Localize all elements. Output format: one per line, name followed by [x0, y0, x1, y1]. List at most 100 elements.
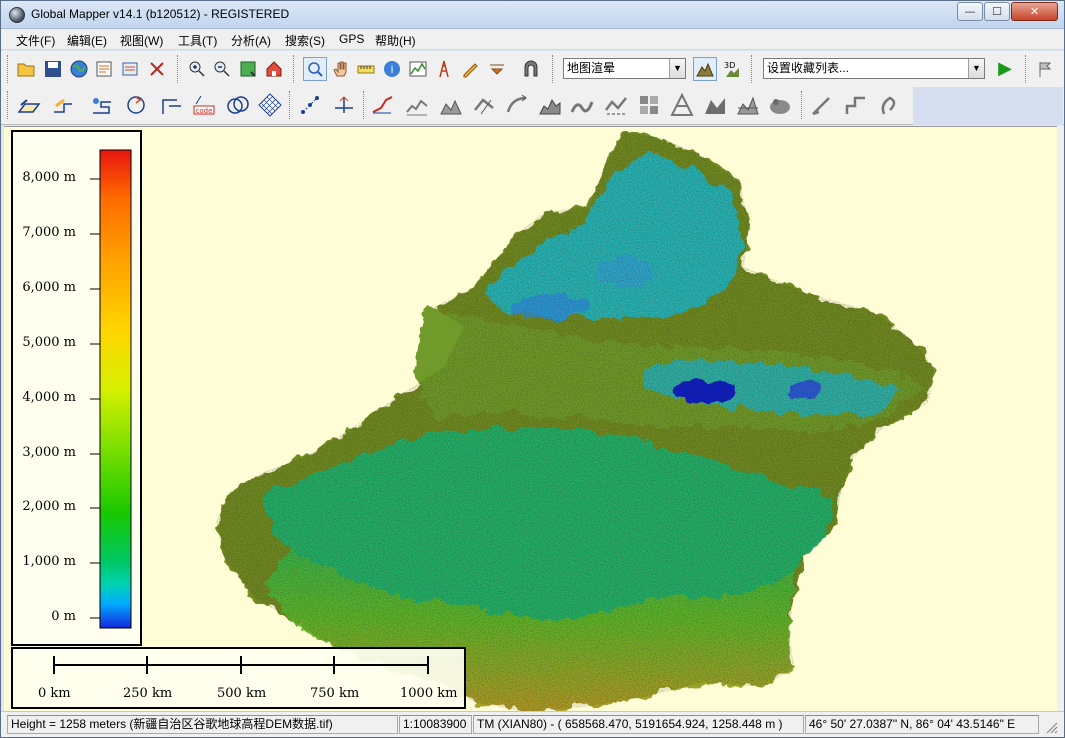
chevron-down-icon[interactable]: ▼	[669, 59, 685, 78]
svg-text:i: i	[390, 63, 393, 76]
menu-view[interactable]: 视图(W)	[120, 32, 163, 49]
menu-analysis[interactable]: 分析(A)	[231, 32, 271, 49]
terrain-shade-icon[interactable]	[700, 90, 730, 120]
path-profile-icon[interactable]	[406, 57, 430, 81]
split-line-icon[interactable]	[157, 90, 187, 120]
tools-icon[interactable]	[145, 57, 169, 81]
zoom-tool-icon[interactable]	[303, 57, 327, 81]
legend-label-4000: 4,000 m	[22, 390, 76, 405]
chevron-down-icon[interactable]: ▼	[968, 59, 984, 78]
maximize-button[interactable]: ☐	[984, 2, 1010, 21]
legend-label-7000: 7,000 m	[22, 225, 76, 240]
rotate-tool-icon[interactable]	[121, 90, 151, 120]
tower-icon[interactable]	[432, 57, 456, 81]
ruler-step-icon[interactable]	[841, 90, 871, 120]
terrain-tiles-icon[interactable]	[667, 90, 697, 120]
shader-select[interactable]: 地图渲晕 ▼	[563, 58, 686, 79]
circle-tool-icon[interactable]	[223, 90, 253, 120]
globe-data-icon[interactable]	[67, 57, 91, 81]
status-height: Height = 1258 meters (新疆自治区谷歌地球高程DEM数据.t…	[7, 715, 398, 734]
dropdown-tool-icon[interactable]	[485, 57, 509, 81]
menu-search[interactable]: 搜索(S)	[285, 32, 325, 49]
minimize-button[interactable]: —	[957, 2, 983, 21]
home-icon[interactable]	[262, 57, 286, 81]
globe-icon	[9, 7, 25, 23]
measure-icon[interactable]	[354, 57, 378, 81]
zoom-out-icon[interactable]	[210, 57, 234, 81]
terrain-blob-icon[interactable]	[765, 90, 795, 120]
terrain-fill-icon[interactable]	[535, 90, 565, 120]
ruler-angle-icon[interactable]	[807, 90, 837, 120]
full-view-icon[interactable]	[236, 57, 260, 81]
status-bar: Height = 1258 meters (新疆自治区谷歌地球高程DEM数据.t…	[1, 711, 1064, 737]
scale-bar: 0 km 250 km 500 km 750 km 1000 km	[11, 647, 466, 709]
toolbar-grip[interactable]	[751, 55, 755, 83]
terrain-area-icon[interactable]	[436, 90, 466, 120]
scale-bar-svg	[53, 656, 429, 674]
terrain-cell-icon[interactable]	[733, 90, 763, 120]
legend-label-0: 0 m	[51, 609, 76, 624]
move-point-icon[interactable]	[329, 90, 359, 120]
line-tool-icon[interactable]	[48, 90, 78, 120]
status-latlon: 46° 50' 27.0387" N, 86° 04' 43.5146" E	[805, 715, 1039, 734]
run-favorite-button[interactable]: ▶	[993, 57, 1017, 81]
window-title: Global Mapper v14.1 (b120512) - REGISTER…	[31, 7, 290, 21]
overlay-control-icon[interactable]	[92, 57, 116, 81]
terrain-line-icon[interactable]	[402, 90, 432, 120]
toolbar-grip[interactable]	[1025, 55, 1029, 83]
feature-info-icon[interactable]: i	[380, 57, 404, 81]
favorites-select[interactable]: 设置收藏列表... ▼	[763, 58, 985, 79]
save-icon[interactable]	[41, 57, 65, 81]
svg-text:3D: 3D	[724, 61, 735, 70]
menu-edit[interactable]: 编辑(E)	[67, 32, 107, 49]
legend-label-6000: 6,000 m	[22, 280, 76, 295]
flag-icon[interactable]	[1033, 57, 1057, 81]
close-button[interactable]: ✕	[1011, 2, 1058, 21]
digitizer-toolbar: code	[1, 87, 1064, 125]
status-projection: TM (XIAN80) - ( 658568.470, 5191654.924,…	[473, 715, 804, 734]
terrain-texture	[216, 132, 934, 711]
digitizer-icon[interactable]	[458, 57, 482, 81]
terrain-edit-icon[interactable]	[469, 90, 499, 120]
3d-path-icon[interactable]	[519, 57, 543, 81]
favorites-select-value: 设置收藏列表...	[767, 61, 850, 75]
toolbar-grip[interactable]	[552, 55, 556, 83]
grid-tool-icon[interactable]	[255, 90, 285, 120]
menu-bar: 文件(F) 编辑(E) 视图(W) 工具(T) 分析(A) 搜索(S) GPS …	[1, 29, 1064, 50]
terrain-grid-icon[interactable]	[634, 90, 664, 120]
terrain-rotate-icon[interactable]	[502, 90, 532, 120]
terrain-cut-icon[interactable]	[601, 90, 631, 120]
zoom-in-icon[interactable]	[185, 57, 209, 81]
edit-vertices-icon[interactable]	[14, 90, 44, 120]
toolbar-grip[interactable]	[293, 55, 297, 83]
point-snap-icon[interactable]	[295, 90, 325, 120]
toolbar-grip[interactable]	[7, 55, 11, 83]
menu-gps[interactable]: GPS	[339, 32, 364, 46]
menu-file[interactable]: 文件(F)	[16, 32, 55, 49]
terrain-smooth-icon[interactable]	[567, 90, 597, 120]
open-folder-icon[interactable]	[14, 57, 38, 81]
menu-help[interactable]: 帮助(H)	[375, 32, 416, 49]
3d-view-icon[interactable]: 3D	[720, 57, 744, 81]
toolbar-grip[interactable]	[289, 91, 293, 119]
resize-grip-icon[interactable]	[1044, 720, 1058, 734]
color-ramp	[99, 149, 132, 629]
toolbar-grip[interactable]	[801, 91, 805, 119]
toolbar-empty-area	[913, 87, 1063, 125]
dem-terrain-map[interactable]	[4, 127, 1057, 711]
menu-tools[interactable]: 工具(T)	[178, 32, 217, 49]
toolbar-grip[interactable]	[7, 91, 11, 119]
elevation-legend: 8,000 m 7,000 m 6,000 m 5,000 m 4,000 m …	[11, 130, 142, 646]
config-icon[interactable]	[118, 57, 142, 81]
scale-label-500: 500 km	[217, 686, 267, 701]
pan-hand-icon[interactable]	[329, 57, 353, 81]
area-tool-icon[interactable]	[87, 90, 117, 120]
draw-line-icon[interactable]	[367, 90, 397, 120]
coordinate-code-icon[interactable]: code	[189, 90, 219, 120]
toolbar-grip[interactable]	[177, 55, 181, 83]
shading-icon[interactable]	[693, 57, 717, 81]
vertical-scrollbar[interactable]	[1057, 126, 1064, 711]
ruler-curve-icon[interactable]	[874, 90, 904, 120]
legend-label-2000: 2,000 m	[22, 499, 76, 514]
map-canvas[interactable]: 8,000 m 7,000 m 6,000 m 5,000 m 4,000 m …	[4, 126, 1057, 711]
